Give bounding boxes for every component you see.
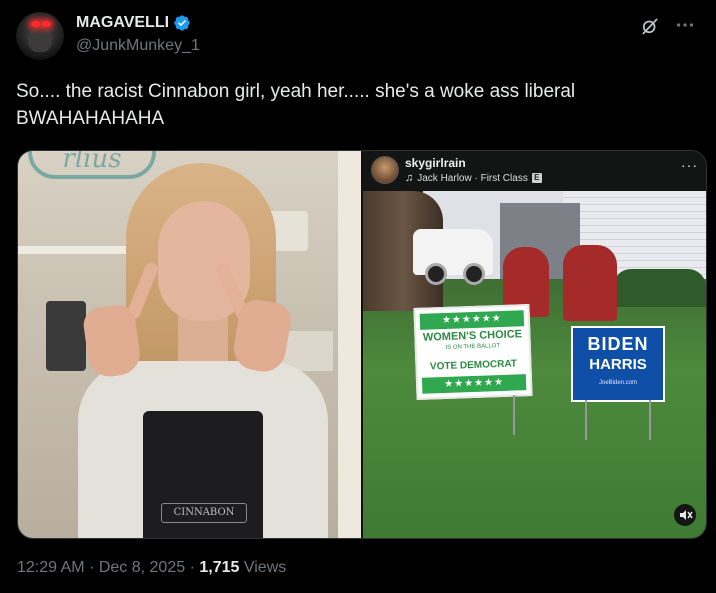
explicit-badge: E bbox=[531, 173, 542, 183]
biden-harris-yard-sign: BIDEN HARRIS JoeBiden.com bbox=[571, 326, 665, 402]
sign-text: HARRIS bbox=[589, 356, 647, 373]
ig-song-title: Jack Harlow · First Class bbox=[417, 172, 528, 184]
media-image-left[interactable]: rlius CINNABON bbox=[18, 151, 361, 538]
truck-wheel bbox=[425, 263, 447, 285]
more-options-icon[interactable] bbox=[674, 14, 696, 36]
views-label: Views bbox=[243, 559, 287, 576]
sign-stars: ★★★★★★ bbox=[421, 374, 527, 394]
author-handle[interactable]: @JunkMunkey_1 bbox=[76, 37, 200, 55]
ig-username: skygirlrain bbox=[405, 156, 466, 170]
womens-choice-yard-sign: ★★★★★★ WOMEN'S CHOICE IS ON THE BALLOT V… bbox=[413, 304, 533, 400]
tweet-time[interactable]: 12:29 AM bbox=[17, 559, 85, 576]
avatar-glowing-eye bbox=[42, 21, 51, 27]
music-note-icon: ♫ bbox=[405, 172, 414, 184]
meta-separator: · bbox=[189, 559, 195, 576]
instagram-post-header: skygirlrain ♫ Jack Harlow · First Class … bbox=[363, 151, 706, 191]
grok-icon[interactable] bbox=[640, 16, 660, 36]
verified-badge-icon[interactable] bbox=[173, 14, 191, 32]
apron-logo: CINNABON bbox=[161, 503, 247, 523]
person-hand bbox=[81, 302, 143, 380]
tweet-text: So.... the racist Cinnabon girl, yeah he… bbox=[16, 78, 696, 132]
sign-text: IS ON THE BALLOT bbox=[445, 343, 501, 351]
sign-text: BIDEN bbox=[587, 334, 649, 354]
shelf bbox=[18, 246, 133, 254]
avatar-glowing-eye bbox=[31, 21, 40, 27]
views-count: 1,715 bbox=[199, 559, 240, 576]
store-logo-sign: rlius bbox=[28, 151, 156, 179]
media-image-right[interactable]: ★★★★★★ WOMEN'S CHOICE IS ON THE BALLOT V… bbox=[363, 151, 706, 538]
sign-stake bbox=[585, 400, 587, 440]
ig-avatar bbox=[371, 156, 399, 184]
author-display-name[interactable]: MAGAVELLI bbox=[76, 14, 169, 32]
truck-wheel bbox=[463, 263, 485, 285]
tweet-metadata: 12:29 AM · Dec 8, 2025 · 1,715 Views bbox=[17, 559, 286, 577]
sign-text: JoeBiden.com bbox=[598, 380, 638, 386]
tweet-media-grid[interactable]: rlius CINNABON ★★★★★★ WOMEN'S CHOICE IS bbox=[17, 150, 707, 539]
bushes bbox=[613, 269, 706, 307]
tweet-date[interactable]: Dec 8, 2025 bbox=[99, 559, 185, 576]
red-adirondack-chair bbox=[563, 245, 617, 321]
tweet-text-line: So.... the racist Cinnabon girl, yeah he… bbox=[16, 81, 576, 102]
sign-stake bbox=[513, 395, 515, 435]
cabinet bbox=[338, 151, 361, 538]
sign-text: WOMEN'S CHOICE bbox=[422, 328, 523, 344]
tweet-header: MAGAVELLI @JunkMunkey_1 bbox=[16, 10, 700, 62]
meta-separator: · bbox=[89, 559, 95, 576]
tweet-text-line: BWAHAHAHAHA bbox=[16, 108, 165, 129]
sign-text: VOTE DEMOCRAT bbox=[429, 358, 518, 373]
mute-icon[interactable] bbox=[674, 504, 696, 526]
author-name-row: MAGAVELLI bbox=[76, 14, 191, 32]
ig-more-icon: ··· bbox=[681, 157, 698, 173]
author-avatar[interactable] bbox=[16, 12, 64, 60]
coffee-machine bbox=[46, 301, 86, 371]
sign-stars: ★★★★★★ bbox=[419, 310, 525, 330]
ig-song-row: ♫ Jack Harlow · First Class E bbox=[405, 172, 542, 184]
sign-stake bbox=[649, 400, 651, 440]
avatar-face bbox=[28, 26, 52, 52]
